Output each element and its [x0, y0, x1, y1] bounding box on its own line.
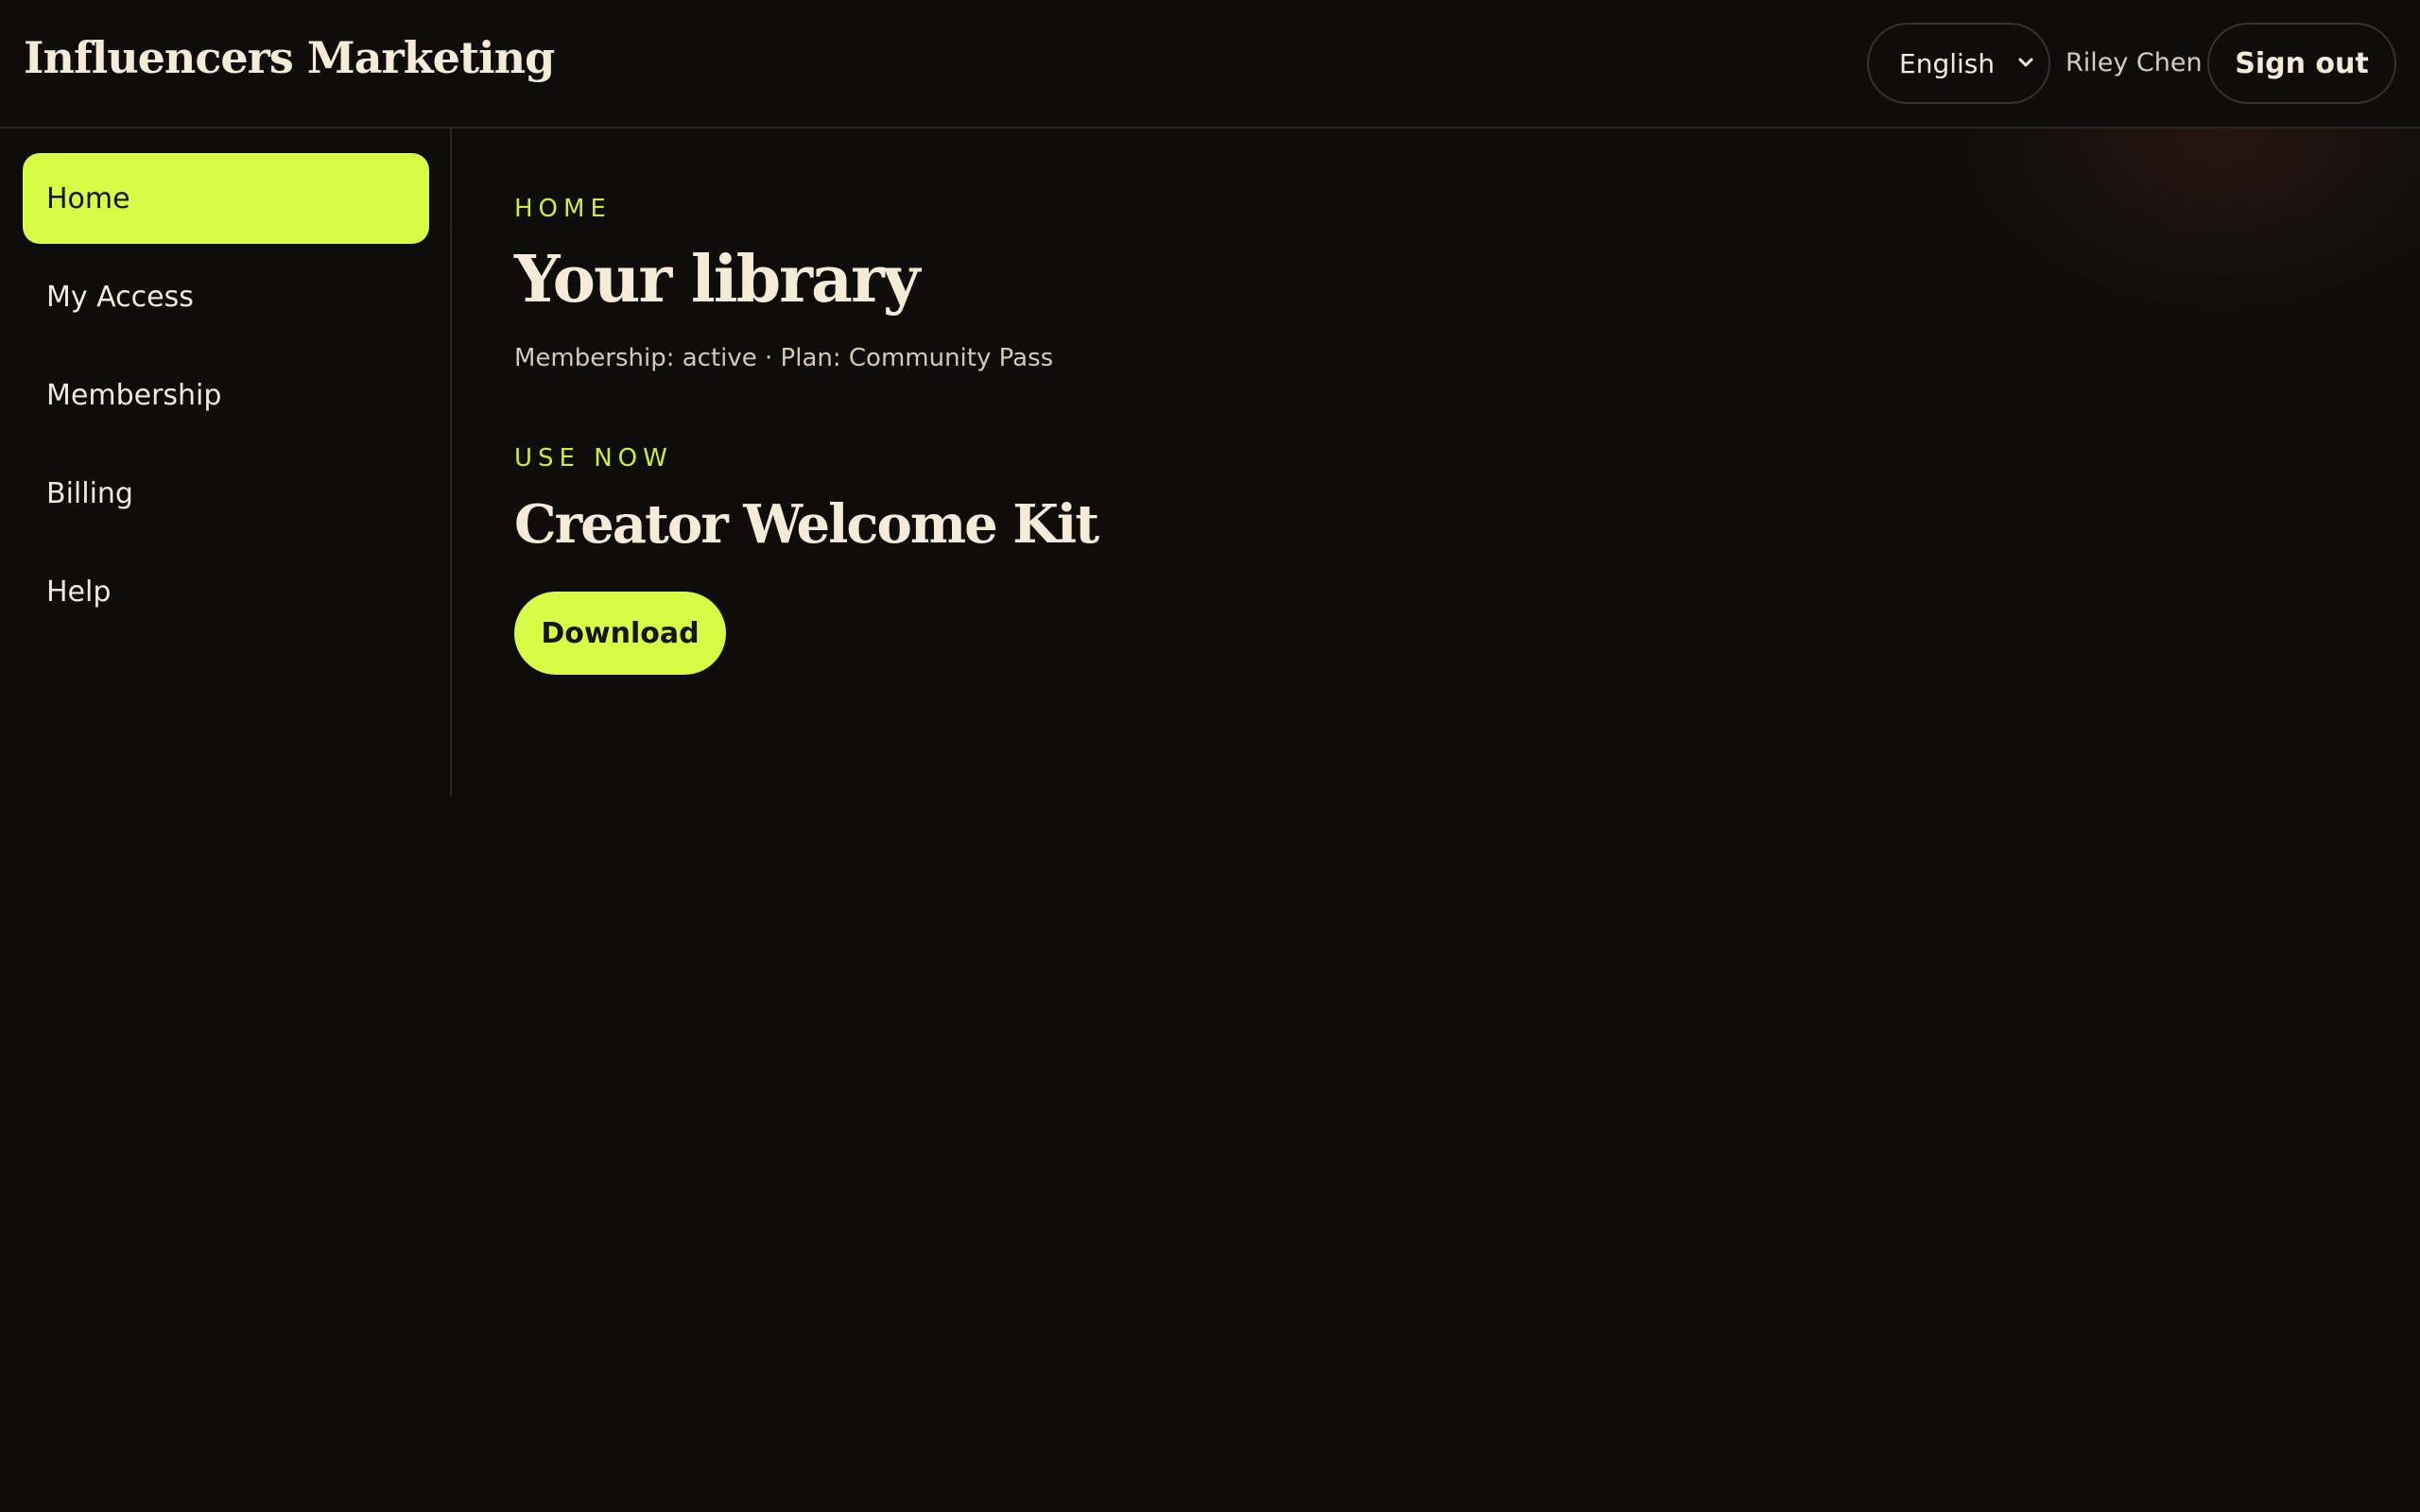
sidebar-item-billing[interactable]: Billing — [23, 448, 429, 539]
chevron-down-icon — [2018, 58, 2033, 67]
sidebar-item-my-access[interactable]: My Access — [23, 251, 429, 342]
sidebar: Home My Access Membership Billing Help — [0, 129, 452, 797]
sign-out-button[interactable]: Sign out — [2207, 23, 2396, 104]
sidebar-item-membership[interactable]: Membership — [23, 350, 429, 440]
language-select[interactable]: English — [1867, 23, 2050, 104]
download-button[interactable]: Download — [514, 592, 726, 675]
language-select-value: English — [1899, 47, 1996, 79]
page-title: Your library — [514, 242, 920, 318]
user-name: Riley Chen — [2066, 48, 2203, 77]
membership-status: Membership: active · Plan: Community Pas… — [514, 344, 1054, 372]
brand-logo[interactable]: Influencers Marketing — [24, 32, 555, 83]
sidebar-item-home[interactable]: Home — [23, 153, 429, 244]
section-eyebrow: USE NOW — [514, 444, 673, 472]
page-eyebrow: HOME — [514, 195, 612, 223]
item-title: Creator Welcome Kit — [514, 493, 1099, 556]
top-bar: Influencers Marketing English Riley Chen… — [0, 0, 2420, 129]
sidebar-item-help[interactable]: Help — [23, 546, 429, 637]
